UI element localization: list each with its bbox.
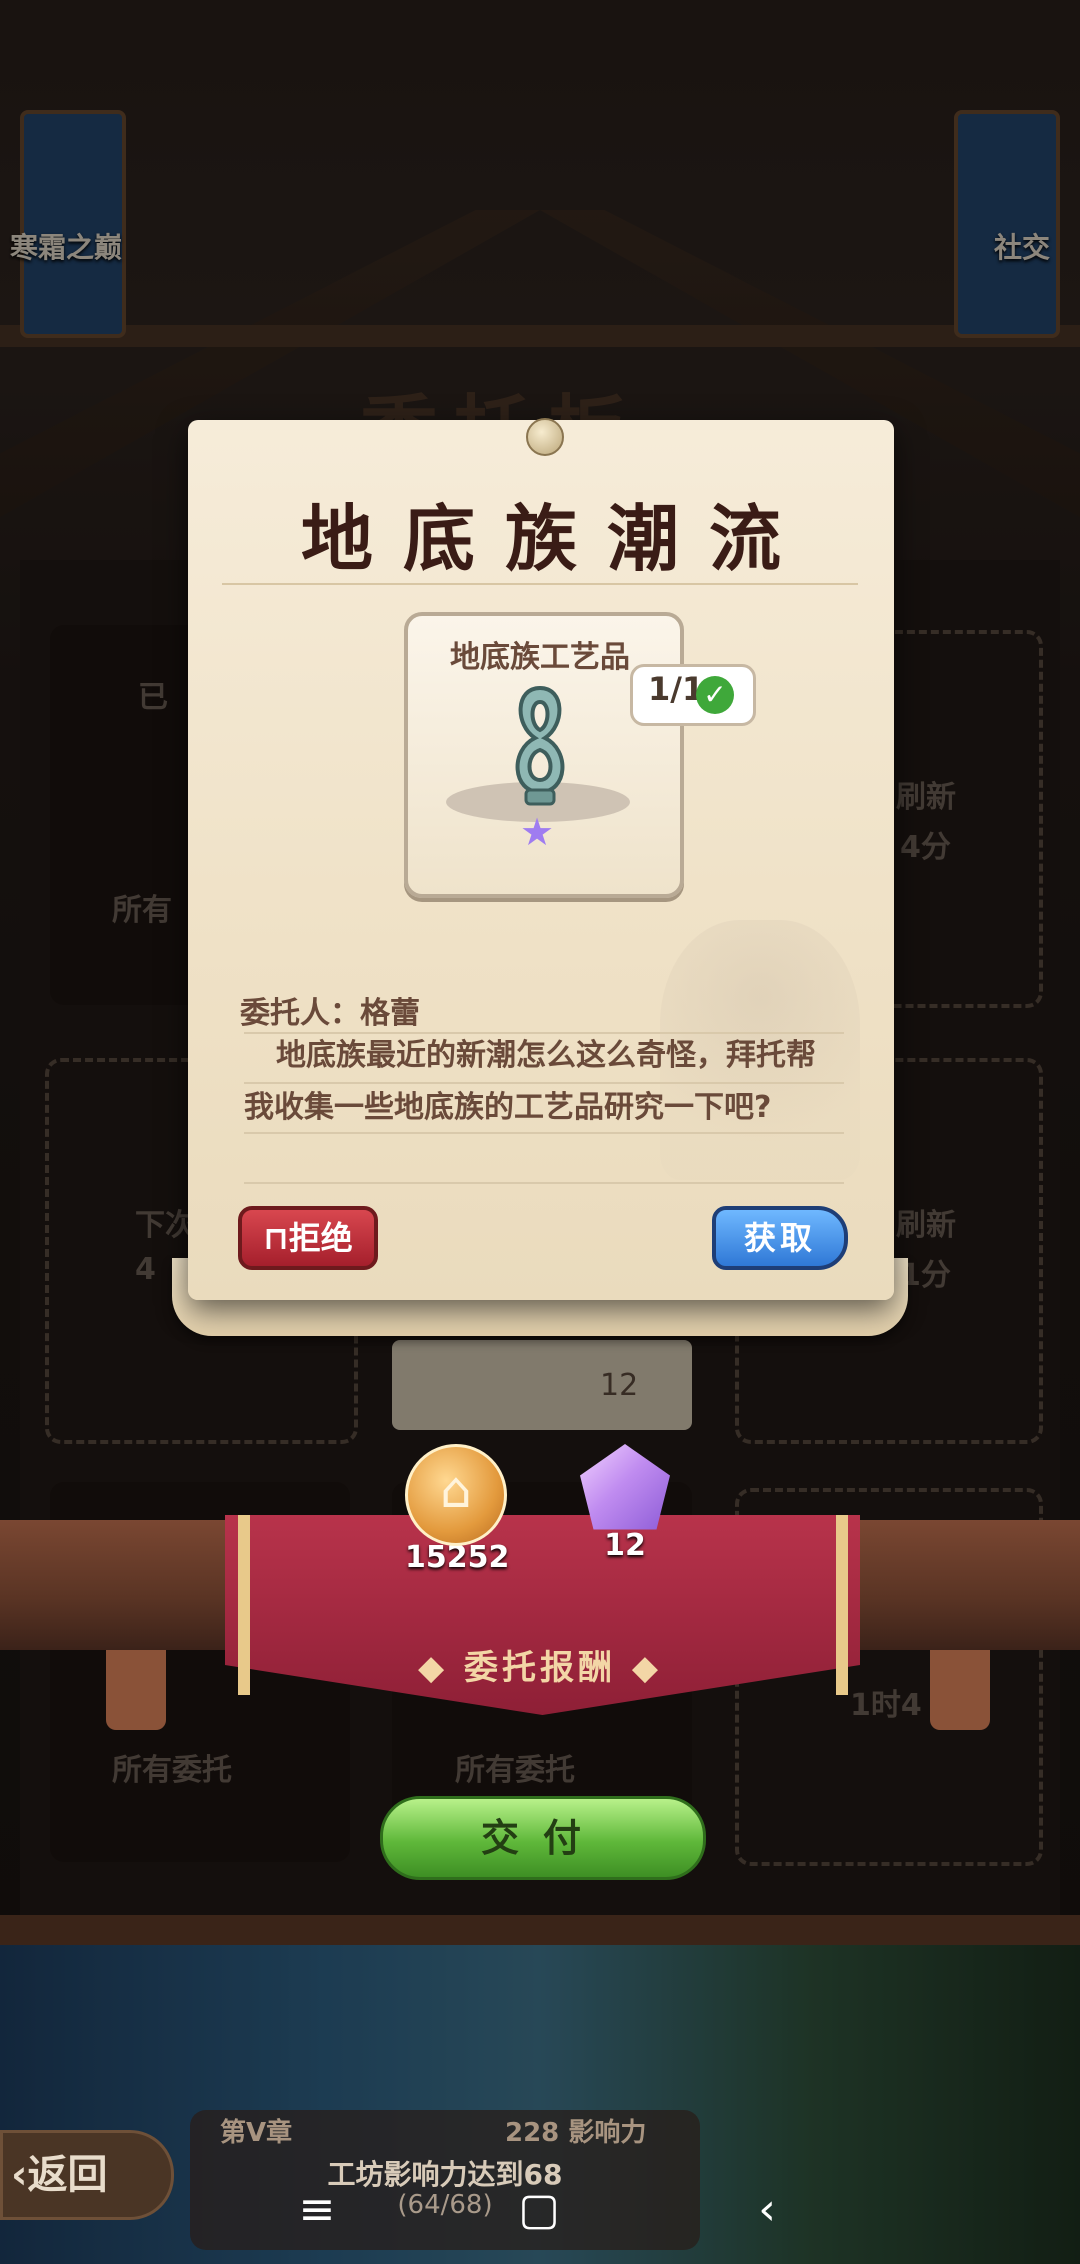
bottom-divider: [0, 1915, 1080, 1945]
gold-coin-icon: [405, 1444, 507, 1546]
check-icon: ✓: [696, 676, 734, 714]
chapter-goal: 工坊影响力达到68: [327, 2158, 563, 2191]
underground-artifact-icon: [515, 685, 565, 806]
refuse-button[interactable]: ⊓拒绝: [238, 1206, 378, 1270]
desc-rule: [244, 1132, 844, 1134]
reward-gold[interactable]: 15252: [405, 1444, 509, 1575]
influence-label: 228 影响力: [505, 2118, 647, 2148]
reward-gem[interactable]: 12: [570, 1444, 680, 1563]
chapter-label: 第V章: [220, 2118, 293, 2148]
title-divider: [222, 583, 858, 585]
obtain-button[interactable]: 获取: [712, 1206, 848, 1270]
deliver-button[interactable]: 交付: [380, 1796, 706, 1880]
nav-back-icon[interactable]: ‹: [732, 2175, 802, 2245]
client-name: 委托人：格蕾: [240, 996, 420, 1031]
desc-rule: [244, 1082, 844, 1084]
reward-label: ◆ 委托报酬 ◆: [418, 1648, 662, 1688]
nav-home-icon[interactable]: ▢: [504, 2175, 574, 2245]
desc-rule: [244, 1182, 844, 1184]
nav-menu-icon[interactable]: ≡: [282, 2175, 352, 2245]
purple-gem-icon: [580, 1444, 670, 1530]
dialog-title: 地底族潮流: [300, 497, 811, 581]
chapter-progress: (64/68): [397, 2190, 493, 2220]
back-button[interactable]: ‹返回: [0, 2130, 174, 2220]
rarity-star-icon: ★: [520, 810, 555, 854]
pin-icon: [526, 418, 564, 456]
reward-gem-value: 12: [604, 1528, 646, 1563]
